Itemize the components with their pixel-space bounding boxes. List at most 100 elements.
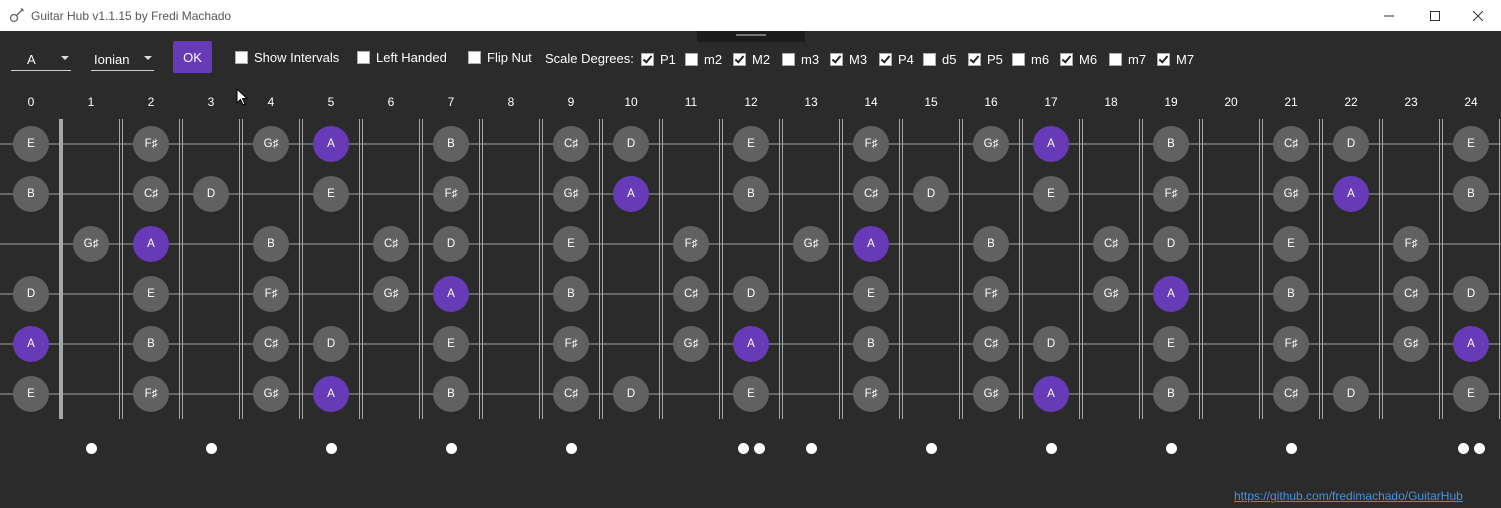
note[interactable]: E <box>13 376 49 412</box>
drag-handle[interactable] <box>697 31 805 42</box>
note[interactable]: F♯ <box>1273 326 1309 362</box>
note[interactable]: C♯ <box>553 126 589 162</box>
degree-checkbox-p1[interactable]: P1 <box>641 50 676 68</box>
note[interactable]: E <box>1153 326 1189 362</box>
left-handed-checkbox[interactable]: Left Handed <box>357 48 447 66</box>
note[interactable]: B <box>133 326 169 362</box>
key-select[interactable]: A <box>11 46 71 71</box>
note[interactable]: B <box>973 226 1009 262</box>
note[interactable]: B <box>1153 376 1189 412</box>
flip-nut-checkbox[interactable]: Flip Nut <box>468 48 532 66</box>
note[interactable]: D <box>13 276 49 312</box>
note[interactable]: G♯ <box>1093 276 1129 312</box>
note[interactable]: E <box>133 276 169 312</box>
note[interactable]: F♯ <box>1393 226 1429 262</box>
note[interactable]: C♯ <box>973 326 1009 362</box>
note[interactable]: C♯ <box>1273 126 1309 162</box>
note[interactable]: B <box>1153 126 1189 162</box>
note[interactable]: F♯ <box>133 376 169 412</box>
root-note[interactable]: A <box>733 326 769 362</box>
degree-checkbox-m2[interactable]: m2 <box>685 50 722 68</box>
note[interactable]: F♯ <box>853 376 889 412</box>
degree-checkbox-m7[interactable]: m7 <box>1109 50 1146 68</box>
note[interactable]: F♯ <box>973 276 1009 312</box>
note[interactable]: D <box>193 176 229 212</box>
note[interactable]: B <box>553 276 589 312</box>
github-link[interactable]: https://github.com/fredimachado/GuitarHu… <box>1234 489 1463 503</box>
note[interactable]: E <box>733 376 769 412</box>
note[interactable]: C♯ <box>373 226 409 262</box>
note[interactable]: G♯ <box>253 376 289 412</box>
note[interactable]: D <box>613 376 649 412</box>
root-note[interactable]: A <box>433 276 469 312</box>
note[interactable]: E <box>553 226 589 262</box>
note[interactable]: F♯ <box>553 326 589 362</box>
note[interactable]: G♯ <box>1273 176 1309 212</box>
note[interactable]: G♯ <box>373 276 409 312</box>
root-note[interactable]: A <box>1033 376 1069 412</box>
maximize-button[interactable] <box>1412 0 1458 31</box>
note[interactable]: F♯ <box>673 226 709 262</box>
degree-checkbox-m6[interactable]: M6 <box>1060 50 1097 68</box>
note[interactable]: B <box>853 326 889 362</box>
root-note[interactable]: A <box>613 176 649 212</box>
degree-checkbox-p4[interactable]: P4 <box>879 50 914 68</box>
root-note[interactable]: A <box>1033 126 1069 162</box>
note[interactable]: C♯ <box>553 376 589 412</box>
mode-select[interactable]: Ionian <box>91 46 154 71</box>
degree-checkbox-m3[interactable]: m3 <box>782 50 819 68</box>
show-intervals-checkbox[interactable]: Show Intervals <box>235 48 339 66</box>
note[interactable]: G♯ <box>973 126 1009 162</box>
note[interactable]: G♯ <box>793 226 829 262</box>
note[interactable]: C♯ <box>253 326 289 362</box>
close-button[interactable] <box>1455 0 1501 31</box>
note[interactable]: E <box>1273 226 1309 262</box>
note[interactable]: F♯ <box>1153 176 1189 212</box>
note[interactable]: G♯ <box>253 126 289 162</box>
note[interactable]: G♯ <box>73 226 109 262</box>
note[interactable]: C♯ <box>1273 376 1309 412</box>
note[interactable]: D <box>1333 376 1369 412</box>
note[interactable]: E <box>13 126 49 162</box>
note[interactable]: B <box>253 226 289 262</box>
note[interactable]: G♯ <box>973 376 1009 412</box>
note[interactable]: C♯ <box>1093 226 1129 262</box>
note[interactable]: D <box>313 326 349 362</box>
note[interactable]: D <box>1333 126 1369 162</box>
note[interactable]: C♯ <box>1393 276 1429 312</box>
note[interactable]: B <box>433 376 469 412</box>
root-note[interactable]: A <box>313 376 349 412</box>
degree-checkbox-m3[interactable]: M3 <box>830 50 867 68</box>
root-note[interactable]: A <box>1453 326 1489 362</box>
note[interactable]: E <box>1033 176 1069 212</box>
note[interactable]: G♯ <box>553 176 589 212</box>
note[interactable]: F♯ <box>253 276 289 312</box>
note[interactable]: E <box>313 176 349 212</box>
note[interactable]: F♯ <box>853 126 889 162</box>
note[interactable]: C♯ <box>133 176 169 212</box>
note[interactable]: D <box>1453 276 1489 312</box>
degree-checkbox-m7[interactable]: M7 <box>1157 50 1194 68</box>
root-note[interactable]: A <box>853 226 889 262</box>
root-note[interactable]: A <box>133 226 169 262</box>
degree-checkbox-m6[interactable]: m6 <box>1012 50 1049 68</box>
note[interactable]: C♯ <box>673 276 709 312</box>
root-note[interactable]: A <box>13 326 49 362</box>
root-note[interactable]: A <box>313 126 349 162</box>
note[interactable]: C♯ <box>853 176 889 212</box>
note[interactable]: D <box>1153 226 1189 262</box>
note[interactable]: D <box>433 226 469 262</box>
note[interactable]: D <box>913 176 949 212</box>
note[interactable]: E <box>1453 126 1489 162</box>
note[interactable]: G♯ <box>1393 326 1429 362</box>
note[interactable]: F♯ <box>133 126 169 162</box>
note[interactable]: B <box>733 176 769 212</box>
note[interactable]: F♯ <box>433 176 469 212</box>
degree-checkbox-m2[interactable]: M2 <box>733 50 770 68</box>
note[interactable]: E <box>433 326 469 362</box>
note[interactable]: D <box>733 276 769 312</box>
note[interactable]: B <box>433 126 469 162</box>
note[interactable]: E <box>733 126 769 162</box>
note[interactable]: D <box>1033 326 1069 362</box>
root-note[interactable]: A <box>1333 176 1369 212</box>
